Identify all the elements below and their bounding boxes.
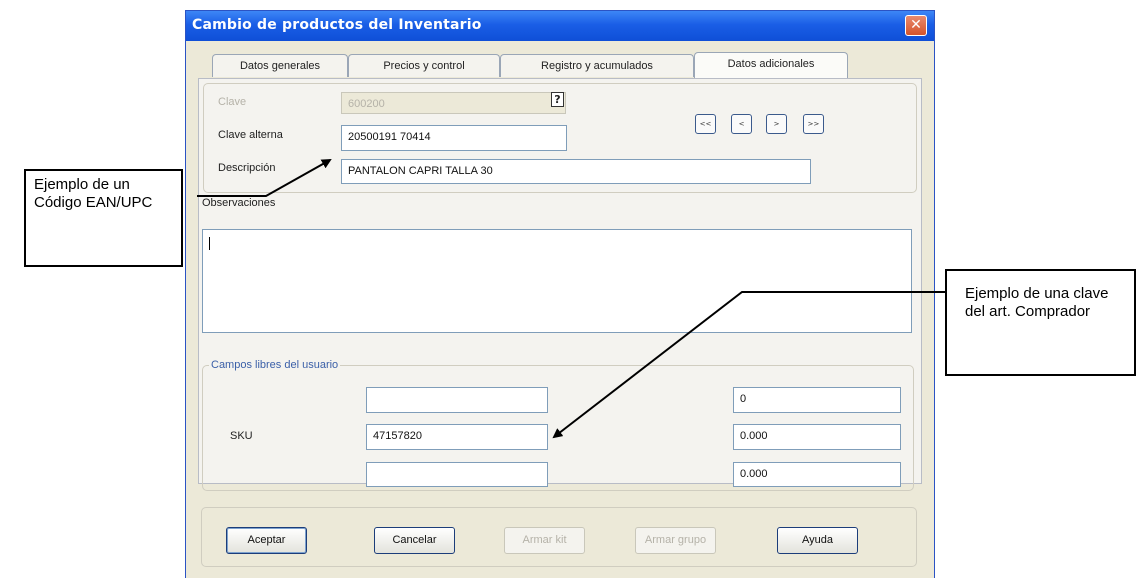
annotation-arrows	[197, 159, 945, 439]
tab-datos-adicionales[interactable]: Datos adicionales	[694, 52, 848, 78]
clave-art-arrow	[552, 291, 945, 439]
ean-arrow	[197, 159, 332, 197]
